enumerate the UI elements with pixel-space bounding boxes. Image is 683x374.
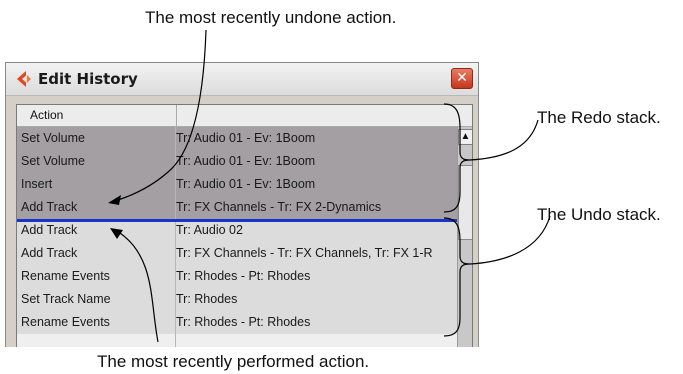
row-target-label: Tr: Rhodes - Pt: Rhodes xyxy=(176,269,311,283)
close-icon: ✕ xyxy=(456,70,468,86)
table-row[interactable]: Set Track Name Tr: Rhodes xyxy=(17,288,457,311)
table-row[interactable]: Rename Events Tr: Rhodes - Pt: Rhodes xyxy=(17,265,457,288)
row-action-label: Rename Events xyxy=(21,315,110,329)
undo-redo-boundary xyxy=(17,219,457,222)
row-target-label: Tr: Audio 01 - Ev: 1Boom xyxy=(176,177,316,191)
table-row[interactable]: Add Track Tr: FX Channels - Tr: FX 2-Dyna… xyxy=(17,196,457,219)
history-table: Action Set Volume Tr: Audio 01 - Ev: 1Boo… xyxy=(16,104,473,347)
annotation-redo-stack: The Redo stack. xyxy=(537,108,661,127)
row-action-label: Add Track xyxy=(21,246,78,260)
annotation-undo-stack: The Undo stack. xyxy=(537,205,661,224)
table-row[interactable]: Rename Events Tr: Rhodes - Pt: Rhodes xyxy=(17,311,457,334)
row-target-label: Tr: FX Channels - Tr: FX 2-Dynamics xyxy=(176,200,382,214)
row-target-label: Tr: Rhodes xyxy=(176,292,238,306)
row-action-label: Insert xyxy=(21,177,53,191)
close-button[interactable]: ✕ xyxy=(451,68,473,89)
vertical-scrollbar[interactable]: ▲ xyxy=(457,127,472,347)
column-header-action[interactable]: Action xyxy=(17,105,177,126)
table-row[interactable]: Add Track Tr: FX Channels - Tr: FX Channe… xyxy=(17,242,457,265)
row-target-label: Tr: Audio 01 - Ev: 1Boom xyxy=(176,154,316,168)
callout-line-redo xyxy=(469,119,539,161)
table-row[interactable]: Add Track Tr: Audio 02 xyxy=(17,219,457,242)
annotation-most-recently-performed: The most recently performed action. xyxy=(97,352,370,371)
row-action-label: Set Track Name xyxy=(21,292,111,306)
row-target-label: Tr: FX Channels - Tr: FX Channels, Tr: F… xyxy=(176,246,433,260)
row-target-label: Tr: Audio 02 xyxy=(176,223,243,237)
window-title: Edit History xyxy=(38,70,138,88)
row-target-label: Tr: Audio 01 - Ev: 1Boom xyxy=(176,131,316,145)
table-row[interactable]: Set Volume Tr: Audio 01 - Ev: 1Boom xyxy=(17,127,457,150)
row-target-label: Tr: Rhodes - Pt: Rhodes xyxy=(176,315,311,329)
row-action-label: Set Volume xyxy=(21,131,85,145)
row-action-label: Add Track xyxy=(21,223,78,237)
row-action-label: Rename Events xyxy=(21,269,110,283)
cubase-logo-icon xyxy=(17,71,31,87)
scroll-thumb[interactable] xyxy=(458,165,472,240)
annotation-most-recently-undone: The most recently undone action. xyxy=(145,8,397,27)
row-action-label: Set Volume xyxy=(21,154,85,168)
table-row[interactable]: Set Volume Tr: Audio 01 - Ev: 1Boom xyxy=(17,150,457,173)
history-rows: Set Volume Tr: Audio 01 - Ev: 1Boom Set Vo… xyxy=(17,127,457,334)
title-bar[interactable]: Edit History ✕ xyxy=(6,63,478,96)
table-row[interactable]: Insert Tr: Audio 01 - Ev: 1Boom xyxy=(17,173,457,196)
table-header: Action xyxy=(17,105,472,127)
edit-history-window: Edit History ✕ Action Set Volume Tr: Audi… xyxy=(5,62,479,347)
scroll-up-arrow-icon[interactable]: ▲ xyxy=(458,129,472,145)
column-separator xyxy=(175,127,176,347)
row-action-label: Add Track xyxy=(21,200,78,214)
